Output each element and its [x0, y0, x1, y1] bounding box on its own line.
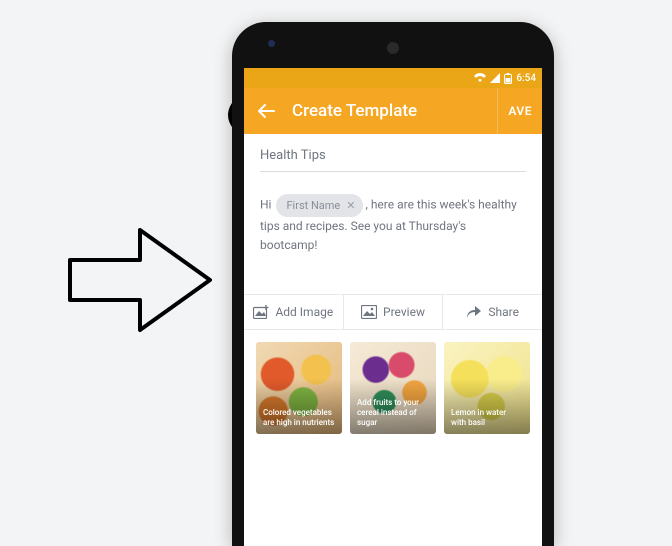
- body-field[interactable]: Hi First Name✕, here are this week's hea…: [260, 194, 526, 254]
- image-card[interactable]: Lemon in water with basil: [444, 342, 530, 434]
- wifi-icon: [474, 73, 486, 83]
- tool-label: Add Image: [275, 305, 333, 319]
- card-caption: Add fruits to your cereal instead of sug…: [350, 392, 436, 434]
- preview-icon: [361, 305, 377, 319]
- back-button[interactable]: [254, 99, 278, 123]
- chip-label: First Name: [286, 197, 340, 214]
- app-bar: Create Template AVE: [244, 88, 542, 134]
- share-button[interactable]: Share: [442, 295, 542, 329]
- annotation-arrow-icon: [60, 220, 220, 340]
- phone-screen: 6:54 Create Template AVE Health Tips Hi …: [244, 68, 542, 546]
- editor-content: Health Tips Hi First Name✕, here are thi…: [244, 134, 542, 264]
- card-caption: Lemon in water with basil: [444, 402, 530, 434]
- close-icon[interactable]: ✕: [346, 197, 355, 214]
- preview-button[interactable]: Preview: [343, 295, 443, 329]
- card-caption: Colored vegetables are high in nutrients: [256, 402, 342, 434]
- phone-bezel-top: [232, 22, 554, 68]
- image-cards: Colored vegetables are high in nutrients…: [244, 330, 542, 434]
- add-image-icon: [253, 305, 269, 319]
- phone-frame: 6:54 Create Template AVE Health Tips Hi …: [232, 22, 554, 546]
- page-title: Create Template: [292, 101, 417, 121]
- editor-toolbar: Add Image Preview Share: [244, 294, 542, 330]
- battery-icon: [504, 73, 512, 84]
- status-time: 6:54: [516, 73, 536, 84]
- save-button[interactable]: AVE: [497, 88, 532, 134]
- cell-signal-icon: [490, 73, 500, 83]
- image-card[interactable]: Add fruits to your cereal instead of sug…: [350, 342, 436, 434]
- share-icon: [466, 305, 482, 319]
- status-bar: 6:54: [244, 68, 542, 88]
- arrow-left-icon: [257, 102, 275, 120]
- merge-tag-chip[interactable]: First Name ✕: [276, 194, 363, 217]
- add-image-button[interactable]: Add Image: [244, 295, 343, 329]
- body-pre-text: Hi: [260, 198, 274, 212]
- phone-earpiece: [387, 42, 399, 54]
- image-card[interactable]: Colored vegetables are high in nutrients: [256, 342, 342, 434]
- tool-label: Preview: [383, 305, 425, 319]
- subject-field[interactable]: Health Tips: [260, 148, 526, 172]
- phone-sensor: [268, 40, 275, 47]
- tool-label: Share: [488, 305, 519, 319]
